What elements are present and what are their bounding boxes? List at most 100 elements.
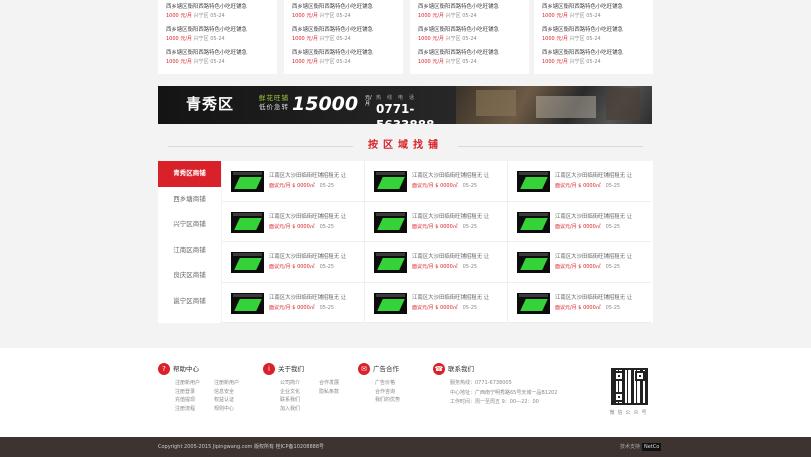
tab-jiangnan[interactable]: 江南区商铺 bbox=[158, 238, 221, 264]
listing-title[interactable]: 西乡塘区衡阳西路特色小吃旺铺急 bbox=[418, 3, 521, 12]
shop-thumbnail[interactable] bbox=[374, 292, 407, 314]
footer-link[interactable]: 信息安全 bbox=[214, 388, 253, 397]
shop-title[interactable]: 江南区大沙田临街旺铺招租无 让 bbox=[269, 172, 361, 180]
footer-link[interactable]: 广告价格 bbox=[375, 379, 435, 388]
tab-qingxiu[interactable]: 青秀区商铺 bbox=[158, 161, 221, 187]
footer-link[interactable] bbox=[319, 396, 358, 405]
shop-card[interactable]: 江南区大沙田临街旺铺招租无 让面议元/月 $ 0000㎡ 05-25 bbox=[508, 283, 651, 323]
list-item[interactable]: 西乡塘区衡阳西路特色小吃旺铺急 1000 元/月 兴宁区 05-24 bbox=[542, 26, 645, 49]
list-item[interactable]: 西乡塘区衡阳西路特色小吃旺铺急 1000 元/月 兴宁区 05-24 bbox=[418, 49, 521, 72]
tab-yongning[interactable]: 邕宁区商铺 bbox=[158, 289, 221, 315]
shop-card[interactable]: 江南区大沙田临街旺铺招租无 让面议元/月 $ 0000㎡ 05-25 bbox=[365, 161, 508, 202]
footer-link[interactable]: 隐私条款 bbox=[319, 388, 358, 397]
shop-title[interactable]: 江南区大沙田临街旺铺招租无 让 bbox=[555, 294, 647, 302]
list-item[interactable]: 西乡塘区衡阳西路特色小吃旺铺急 1000 元/月 兴宁区 05-24 bbox=[166, 49, 269, 72]
shop-card[interactable]: 江南区大沙田临街旺铺招租无 让面议元/月 $ 0000㎡ 05-25 bbox=[222, 282, 365, 323]
footer-link[interactable]: 注册新用户 bbox=[214, 379, 253, 388]
listing-region: 兴宁区 bbox=[319, 59, 335, 65]
footer-link[interactable]: 权益认证 bbox=[214, 396, 253, 405]
tech-support[interactable]: 技术支持 NetCo bbox=[620, 443, 662, 451]
shop-thumbnail[interactable] bbox=[517, 211, 550, 233]
shop-price: 面议元/月 bbox=[412, 264, 434, 270]
footer-link[interactable]: 我们的优势 bbox=[375, 396, 435, 405]
footer-link[interactable]: 规则中心 bbox=[214, 405, 253, 414]
listing-title[interactable]: 西乡塘区衡阳西路特色小吃旺铺急 bbox=[418, 26, 521, 35]
list-item[interactable]: 西乡塘区衡阳西路特色小吃旺铺急 1000 元/月 兴宁区 05-24 bbox=[292, 3, 395, 26]
shop-thumbnail[interactable] bbox=[517, 171, 550, 192]
shop-thumbnail[interactable] bbox=[231, 171, 264, 192]
list-item[interactable]: 西乡塘区衡阳西路特色小吃旺铺急 1000 元/月 兴宁区 05-24 bbox=[292, 26, 395, 49]
footer-link[interactable]: 合作咨询 bbox=[375, 388, 435, 397]
shop-card[interactable]: 江南区大沙田临街旺铺招租无 让面议元/月 $ 0000㎡ 05-25 bbox=[222, 242, 365, 283]
shop-title[interactable]: 江南区大沙田临街旺铺招租无 让 bbox=[412, 213, 504, 221]
list-item[interactable]: 西乡塘区衡阳西路特色小吃旺铺急 1000 元/月 兴宁区 05-24 bbox=[166, 26, 269, 49]
shop-card[interactable]: 江南区大沙田临街旺铺招租无 让面议元/月 $ 0000㎡ 05-25 bbox=[222, 161, 365, 202]
shop-title[interactable]: 江南区大沙田临街旺铺招租无 让 bbox=[269, 253, 361, 261]
listing-title[interactable]: 西乡塘区衡阳西路特色小吃旺铺急 bbox=[542, 3, 645, 12]
shop-card[interactable]: 江南区大沙田临街旺铺招租无 让面议元/月 $ 0000㎡ 05-25 bbox=[222, 201, 365, 242]
listing-title[interactable]: 西乡塘区衡阳西路特色小吃旺铺急 bbox=[418, 49, 521, 58]
shop-thumbnail[interactable] bbox=[231, 252, 264, 273]
shop-thumbnail[interactable] bbox=[231, 211, 264, 233]
listing-title[interactable]: 西乡塘区衡阳西路特色小吃旺铺急 bbox=[292, 49, 395, 58]
promo-banner[interactable]: 青秀区 鲜花旺铺 低价急转 15000 元/月 热线电话 0771-563388… bbox=[158, 86, 652, 124]
footer-contact-title: 联系我们 bbox=[448, 365, 474, 373]
shop-card[interactable]: 江南区大沙田临街旺铺招租无 让面议元/月 $ 0000㎡ 05-25 bbox=[365, 242, 508, 283]
shop-date: 05-25 bbox=[462, 183, 478, 189]
shop-title[interactable]: 江南区大沙田临街旺铺招租无 让 bbox=[412, 253, 504, 261]
shop-thumbnail[interactable] bbox=[374, 252, 407, 273]
shop-card[interactable]: 江南区大沙田临街旺铺招租无 让面议元/月 $ 0000㎡ 05-25 bbox=[508, 242, 651, 283]
shop-card[interactable]: 江南区大沙田临街旺铺招租无 让面议元/月 $ 0000㎡ 05-25 bbox=[508, 161, 651, 202]
shop-thumbnail[interactable] bbox=[231, 292, 264, 314]
footer-link[interactable]: 联系我们 bbox=[280, 396, 319, 405]
banner-unit: 元/月 bbox=[365, 95, 372, 107]
footer-link[interactable]: 充值提现 bbox=[175, 396, 214, 405]
shop-title[interactable]: 江南区大沙田临街旺铺招租无 让 bbox=[412, 172, 504, 180]
list-item[interactable]: 西乡塘区衡阳西路特色小吃旺铺急 1000 元/月 兴宁区 05-24 bbox=[166, 3, 269, 26]
listing-title[interactable]: 西乡塘区衡阳西路特色小吃旺铺急 bbox=[166, 26, 269, 35]
shop-area: 0000㎡ bbox=[583, 223, 601, 230]
footer-link[interactable]: 注册流程 bbox=[175, 405, 214, 414]
list-item[interactable]: 西乡塘区衡阳西路特色小吃旺铺急 1000 元/月 兴宁区 05-24 bbox=[418, 3, 521, 26]
list-item[interactable]: 西乡塘区衡阳西路特色小吃旺铺急 1000 元/月 兴宁区 05-24 bbox=[292, 49, 395, 72]
shop-price: 面议元/月 bbox=[269, 223, 291, 230]
shop-card[interactable]: 江南区大沙田临街旺铺招租无 让面议元/月 $ 0000㎡ 05-25 bbox=[508, 202, 651, 242]
listing-title[interactable]: 西乡塘区衡阳西路特色小吃旺铺急 bbox=[292, 3, 395, 12]
footer-link[interactable]: 注册新用户 bbox=[175, 379, 214, 388]
banner-price: 15000 bbox=[292, 93, 359, 115]
listing-title[interactable]: 西乡塘区衡阳西路特色小吃旺铺急 bbox=[292, 26, 395, 35]
listing-title[interactable]: 西乡塘区衡阳西路特色小吃旺铺急 bbox=[166, 3, 269, 12]
tab-liangqing[interactable]: 良庆区商铺 bbox=[158, 263, 221, 289]
shop-area: 0000㎡ bbox=[297, 304, 315, 311]
shop-title[interactable]: 江南区大沙田临街旺铺招租无 让 bbox=[269, 294, 361, 302]
tab-xingning[interactable]: 兴宁区商铺 bbox=[158, 212, 221, 238]
footer-link[interactable]: 合作发展 bbox=[319, 379, 358, 388]
shop-thumbnail[interactable] bbox=[517, 292, 550, 314]
shop-title[interactable]: 江南区大沙田临街旺铺招租无 让 bbox=[555, 253, 647, 261]
shop-thumbnail[interactable] bbox=[374, 171, 407, 192]
list-item[interactable]: 西乡塘区衡阳西路特色小吃旺铺急 1000 元/月 兴宁区 05-24 bbox=[542, 3, 645, 26]
shop-title[interactable]: 江南区大沙田临街旺铺招租无 让 bbox=[555, 213, 647, 221]
shop-card[interactable]: 江南区大沙田临街旺铺招租无 让面议元/月 $ 0000㎡ 05-25 bbox=[365, 282, 508, 323]
shop-thumbnail[interactable] bbox=[374, 211, 407, 233]
footer-link[interactable]: 注册登录 bbox=[175, 388, 214, 397]
shop-title[interactable]: 江南区大沙田临街旺铺招租无 让 bbox=[269, 213, 361, 221]
help-icon: ? bbox=[158, 363, 170, 375]
banner-text-panel: 青秀区 鲜花旺铺 低价急转 15000 元/月 热线电话 0771-563388… bbox=[158, 86, 456, 124]
listing-title[interactable]: 西乡塘区衡阳西路特色小吃旺铺急 bbox=[166, 49, 269, 58]
footer-link[interactable]: 加入我们 bbox=[280, 405, 319, 414]
listing-title[interactable]: 西乡塘区衡阳西路特色小吃旺铺急 bbox=[542, 26, 645, 35]
footer-link[interactable]: 公司简介 bbox=[280, 379, 319, 388]
listing-price: 1000 元/月 bbox=[418, 59, 444, 65]
list-item[interactable]: 西乡塘区衡阳西路特色小吃旺铺急 1000 元/月 兴宁区 05-24 bbox=[418, 26, 521, 49]
shop-title[interactable]: 江南区大沙田临街旺铺招租无 让 bbox=[555, 172, 647, 180]
footer-link[interactable]: 企业文化 bbox=[280, 388, 319, 397]
tab-xixiangtang[interactable]: 西乡塘商铺 bbox=[158, 187, 221, 213]
shop-title[interactable]: 江南区大沙田临街旺铺招租无 让 bbox=[412, 294, 504, 302]
footer-link[interactable] bbox=[319, 405, 358, 414]
listing-title[interactable]: 西乡塘区衡阳西路特色小吃旺铺急 bbox=[542, 49, 645, 58]
shop-thumbnail[interactable] bbox=[517, 252, 550, 273]
list-item[interactable]: 西乡塘区衡阳西路特色小吃旺铺急 1000 元/月 兴宁区 05-24 bbox=[542, 49, 645, 72]
listing-region: 兴宁区 bbox=[445, 13, 461, 19]
shop-card[interactable]: 江南区大沙田临街旺铺招租无 让面议元/月 $ 0000㎡ 05-25 bbox=[365, 201, 508, 242]
